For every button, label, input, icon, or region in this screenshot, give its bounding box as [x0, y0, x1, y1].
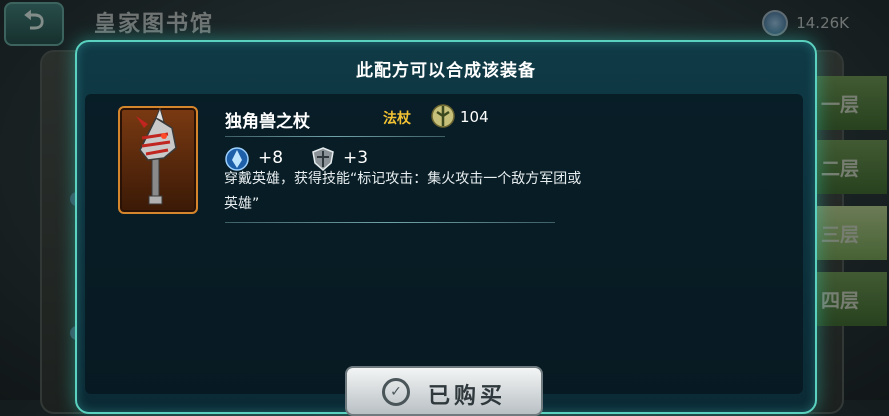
coin-icon: [762, 10, 789, 36]
stat-value: +3: [343, 148, 369, 168]
equipment-description: 穿戴英雄，获得技能“标记攻击：集火攻击一个敌方军团或 英雄”: [224, 171, 582, 212]
currency-value: 14.26K: [796, 14, 849, 32]
back-arrow-icon: ⮌: [23, 6, 45, 36]
page-title: 皇家图书馆: [94, 12, 215, 37]
equipment-power: 104: [460, 108, 489, 126]
currency-display: 14.26K: [762, 10, 849, 36]
purchased-button[interactable]: ✓ 已购买: [345, 366, 543, 416]
stat-value: +8: [258, 148, 284, 168]
check-icon: ✓: [381, 378, 410, 406]
dialog-title: 此配方可以合成该装备: [356, 61, 536, 81]
equipment-type: 法杖: [383, 111, 411, 127]
recipe-dialog: 此配方可以合成该装备 独角兽之杖 法杖 104 +8 +3 穿戴英雄，获得技能“…: [75, 40, 817, 414]
divider: [225, 136, 445, 137]
purchased-button-label: 已购买: [427, 384, 506, 409]
equipment-name: 独角兽之杖: [225, 112, 310, 132]
power-crest-icon: [431, 104, 455, 128]
divider: [225, 222, 555, 223]
equipment-image: [118, 106, 198, 214]
back-button[interactable]: ⮌: [4, 2, 64, 46]
unicorn-staff-icon: [136, 106, 177, 205]
